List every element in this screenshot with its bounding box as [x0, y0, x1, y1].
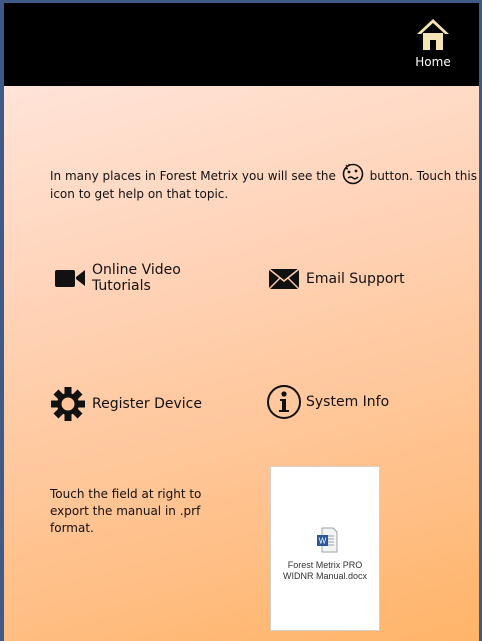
system-info-label: System Info	[306, 394, 390, 410]
export-manual-file[interactable]: W Forest Metrix PRO WIDNR Manual.docx	[270, 466, 380, 631]
word-icon-letter: W	[319, 537, 327, 546]
gear-icon	[51, 387, 85, 421]
intro-text-before: In many places in Forest Metrix you will…	[50, 169, 336, 183]
video-label-line1: Online Video	[92, 262, 181, 278]
online-video-tutorials-button[interactable]: Online Video Tutorials	[54, 262, 254, 294]
info-icon	[267, 385, 301, 419]
register-device-button[interactable]: Register Device	[50, 386, 250, 422]
app-frame: Home In many places in Forest Metrix you…	[0, 0, 482, 641]
home-icon	[417, 19, 449, 50]
top-bar: Home	[4, 0, 479, 86]
email-support-button[interactable]: Email Support	[268, 268, 448, 290]
email-support-label: Email Support	[306, 271, 405, 287]
register-device-label: Register Device	[92, 396, 202, 412]
export-instructions: Touch the field at right to export the m…	[50, 487, 202, 535]
system-info-button[interactable]: System Info	[266, 384, 446, 420]
video-camera-icon	[55, 270, 85, 287]
home-label: Home	[415, 55, 451, 69]
file-name-line2: WIDNR Manual.docx	[282, 571, 368, 581]
confused-face-help-icon	[342, 163, 364, 185]
video-label-line2: Tutorials	[92, 278, 151, 294]
word-document-icon: W	[317, 527, 338, 553]
file-name-line1: Forest Metrix PRO	[287, 560, 363, 570]
online-video-tutorials-label: Online Video Tutorials	[92, 262, 181, 294]
home-button[interactable]: Home	[407, 17, 459, 81]
file-name: Forest Metrix PRO WIDNR Manual.docx	[275, 560, 375, 582]
envelope-icon	[268, 268, 300, 290]
help-intro-text: In many places in Forest Metrix you will…	[50, 163, 479, 203]
